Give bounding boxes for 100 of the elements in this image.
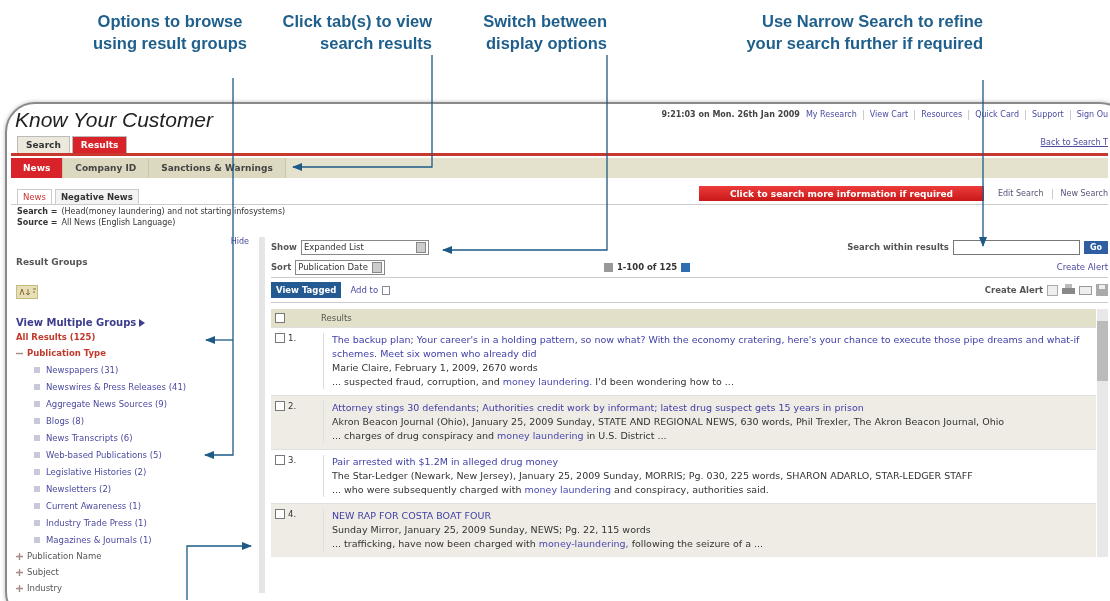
bullet-icon (34, 384, 40, 390)
result-title-link[interactable]: Pair arrested with $1.2M in alleged drug money (332, 455, 1096, 469)
show-dropdown[interactable]: Expanded List (300, 239, 429, 255)
header-link[interactable]: Sign Ou (1076, 110, 1108, 120)
callout-text: Options to browse using result groups (93, 11, 247, 54)
view-tagged-button[interactable]: View Tagged (271, 282, 342, 298)
sort-label: Sort (271, 262, 292, 272)
tab[interactable]: Search (17, 136, 70, 153)
result-snippet: ... suspected fraud, corruption, and money laundering. I'd been wondering how to ... (332, 375, 735, 389)
search-within-label: Search within results (847, 242, 949, 252)
email-icon[interactable] (1079, 284, 1092, 296)
query-value: (Head(money laundering) and not starting infosystems) (61, 207, 286, 216)
sort-dropdown[interactable]: Publication Date (295, 259, 385, 275)
group-item-link[interactable]: Aggregate News Sources (9) (46, 399, 168, 409)
expander-icon[interactable] (16, 552, 23, 560)
create-alert-label: Create Alert (984, 285, 1043, 295)
search-more-button[interactable]: Click to search more information if required (699, 186, 984, 201)
expander-icon[interactable] (16, 568, 23, 576)
app-title: Know Your Customer (15, 108, 214, 132)
search-link[interactable]: Edit Search (998, 189, 1044, 198)
bullet-icon (34, 401, 40, 407)
bullet-icon (34, 367, 40, 373)
group-item-link[interactable]: Newswires & Press Releases (41) (46, 382, 187, 392)
row-number: 1. (288, 333, 297, 343)
group-label[interactable]: Publication Name (27, 551, 102, 561)
group-item-link[interactable]: News Transcripts (6) (46, 433, 133, 443)
tab[interactable]: Company ID (63, 158, 150, 178)
group-item-link[interactable]: Industry Trade Press (1) (46, 518, 147, 528)
expander-icon[interactable] (16, 584, 23, 592)
group-item-link[interactable]: Blogs (8) (46, 416, 84, 426)
row-checkbox[interactable] (275, 401, 285, 411)
bullet-icon (34, 435, 40, 441)
result-meta: Akron Beacon Journal (Ohio), January 25, 2009 Sunday, STATE AND REGIONAL NEWS, 630 words, Phil Trexler, The Akron Beacon Journal, Ohio (332, 415, 1006, 429)
sort-icon[interactable] (16, 285, 38, 299)
result-title-link[interactable]: NEW RAP FOR COSTA BOAT FOUR (332, 509, 1096, 523)
alert-icon[interactable] (1047, 284, 1058, 296)
bullet-icon (34, 452, 40, 458)
row-number: 4. (288, 509, 297, 519)
group-label[interactable]: Subject (27, 567, 59, 577)
group-item-link[interactable]: Legislative Histories (2) (46, 467, 147, 477)
callout-text: Switch between display options (483, 11, 607, 54)
group-label[interactable]: Industry (27, 583, 62, 593)
group-item-link[interactable]: Web-based Publications (5) (46, 450, 162, 460)
search-link[interactable]: New Search (1060, 189, 1108, 198)
bullet-icon (34, 503, 40, 509)
row-checkbox[interactable] (275, 455, 285, 465)
scrollbar[interactable] (1097, 309, 1108, 557)
result-snippet: ... charges of drug conspiracy and money laundering in U.S. District ... (332, 429, 668, 443)
header-link[interactable]: Support (1032, 110, 1064, 120)
header-link[interactable]: My Research (805, 110, 857, 120)
result-meta: Marie Claire, February 1, 2009, 2670 words (332, 361, 539, 375)
add-to-link[interactable]: Add to (350, 285, 379, 295)
header-link[interactable]: Resources (921, 110, 963, 120)
result-range: 1-100 of 125 (616, 262, 678, 272)
timestamp: 9:21:03 on Mon. 26th Jan 2009 (661, 110, 800, 120)
leader-arrow (186, 542, 252, 601)
sidebar-title: Result Groups (16, 257, 89, 267)
search-within-field[interactable] (952, 239, 1080, 255)
bullet-icon (34, 486, 40, 492)
print-icon[interactable] (1062, 284, 1075, 296)
group-item-link[interactable]: Newspapers (31) (46, 365, 119, 375)
tab[interactable]: News (11, 158, 64, 178)
tab[interactable]: Results (71, 136, 128, 153)
tab[interactable]: Negative News (54, 189, 139, 204)
group-label[interactable]: Publication Type (27, 348, 106, 358)
bullet-icon (34, 520, 40, 526)
query-label: Search = (17, 207, 58, 216)
create-alert-link[interactable]: Create Alert (1056, 262, 1108, 272)
group-item-link[interactable]: Current Awareness (1) (46, 501, 141, 511)
bullet-icon (34, 469, 40, 475)
result-title-link[interactable]: Attorney stings 30 defendants; Authorities credit work by informant; latest drug suspect gets 15 years in prison (332, 401, 1096, 415)
bullet-icon (34, 537, 40, 543)
row-checkbox[interactable] (275, 333, 285, 343)
callout-text: Click tab(s) to view search results (282, 11, 432, 54)
row-checkbox[interactable] (275, 509, 285, 519)
group-item-link[interactable]: Magazines & Journals (1) (46, 535, 152, 545)
result-snippet: ... trafficking, have now been charged with money-laundering, following the seizure of a ... (332, 537, 765, 551)
caret-icon (139, 318, 146, 327)
bullet-icon (34, 418, 40, 424)
group-item-link[interactable]: Newsletters (2) (46, 484, 112, 494)
next-page-icon[interactable] (681, 262, 691, 272)
source-value: All News (English Language) (61, 218, 176, 227)
column-header: Results (321, 313, 352, 323)
result-snippet: ... who were subsequently charged with money laundering and conspiracy, authorities said. (332, 483, 770, 497)
go-button[interactable]: Go (1083, 240, 1108, 254)
header-link[interactable]: View Cart (869, 110, 909, 120)
result-meta: The Star-Ledger (Newark, New Jersey), January 25, 2009 Sunday, MORRIS; Pg. 030, 225 words, SHARON ADARLO, STAR-LEDGER STAFF (332, 469, 974, 483)
select-all-checkbox[interactable] (275, 313, 285, 323)
save-icon[interactable] (1096, 284, 1108, 296)
view-multiple-groups-link[interactable]: View Multiple Groups (16, 317, 137, 328)
result-title-link[interactable]: The backup plan; Your career's in a holding pattern, so now what? With the economy cratering, here's your chance to execute those pipe dreams and what-if schemes. Meet six women who already did (332, 333, 1096, 361)
row-number: 2. (288, 401, 297, 411)
source-label: Source = (17, 218, 58, 227)
tab[interactable]: News (17, 189, 52, 204)
all-results-link[interactable]: All Results (125) (16, 332, 259, 342)
callout-text: Use Narrow Search to refine your search further if required (746, 11, 983, 54)
row-number: 3. (288, 455, 297, 465)
back-link[interactable]: Back to Search T (1040, 138, 1108, 147)
result-meta: Sunday Mirror, January 25, 2009 Sunday, NEWS; Pg. 22, 115 words (332, 523, 652, 537)
show-label: Show (271, 242, 297, 252)
